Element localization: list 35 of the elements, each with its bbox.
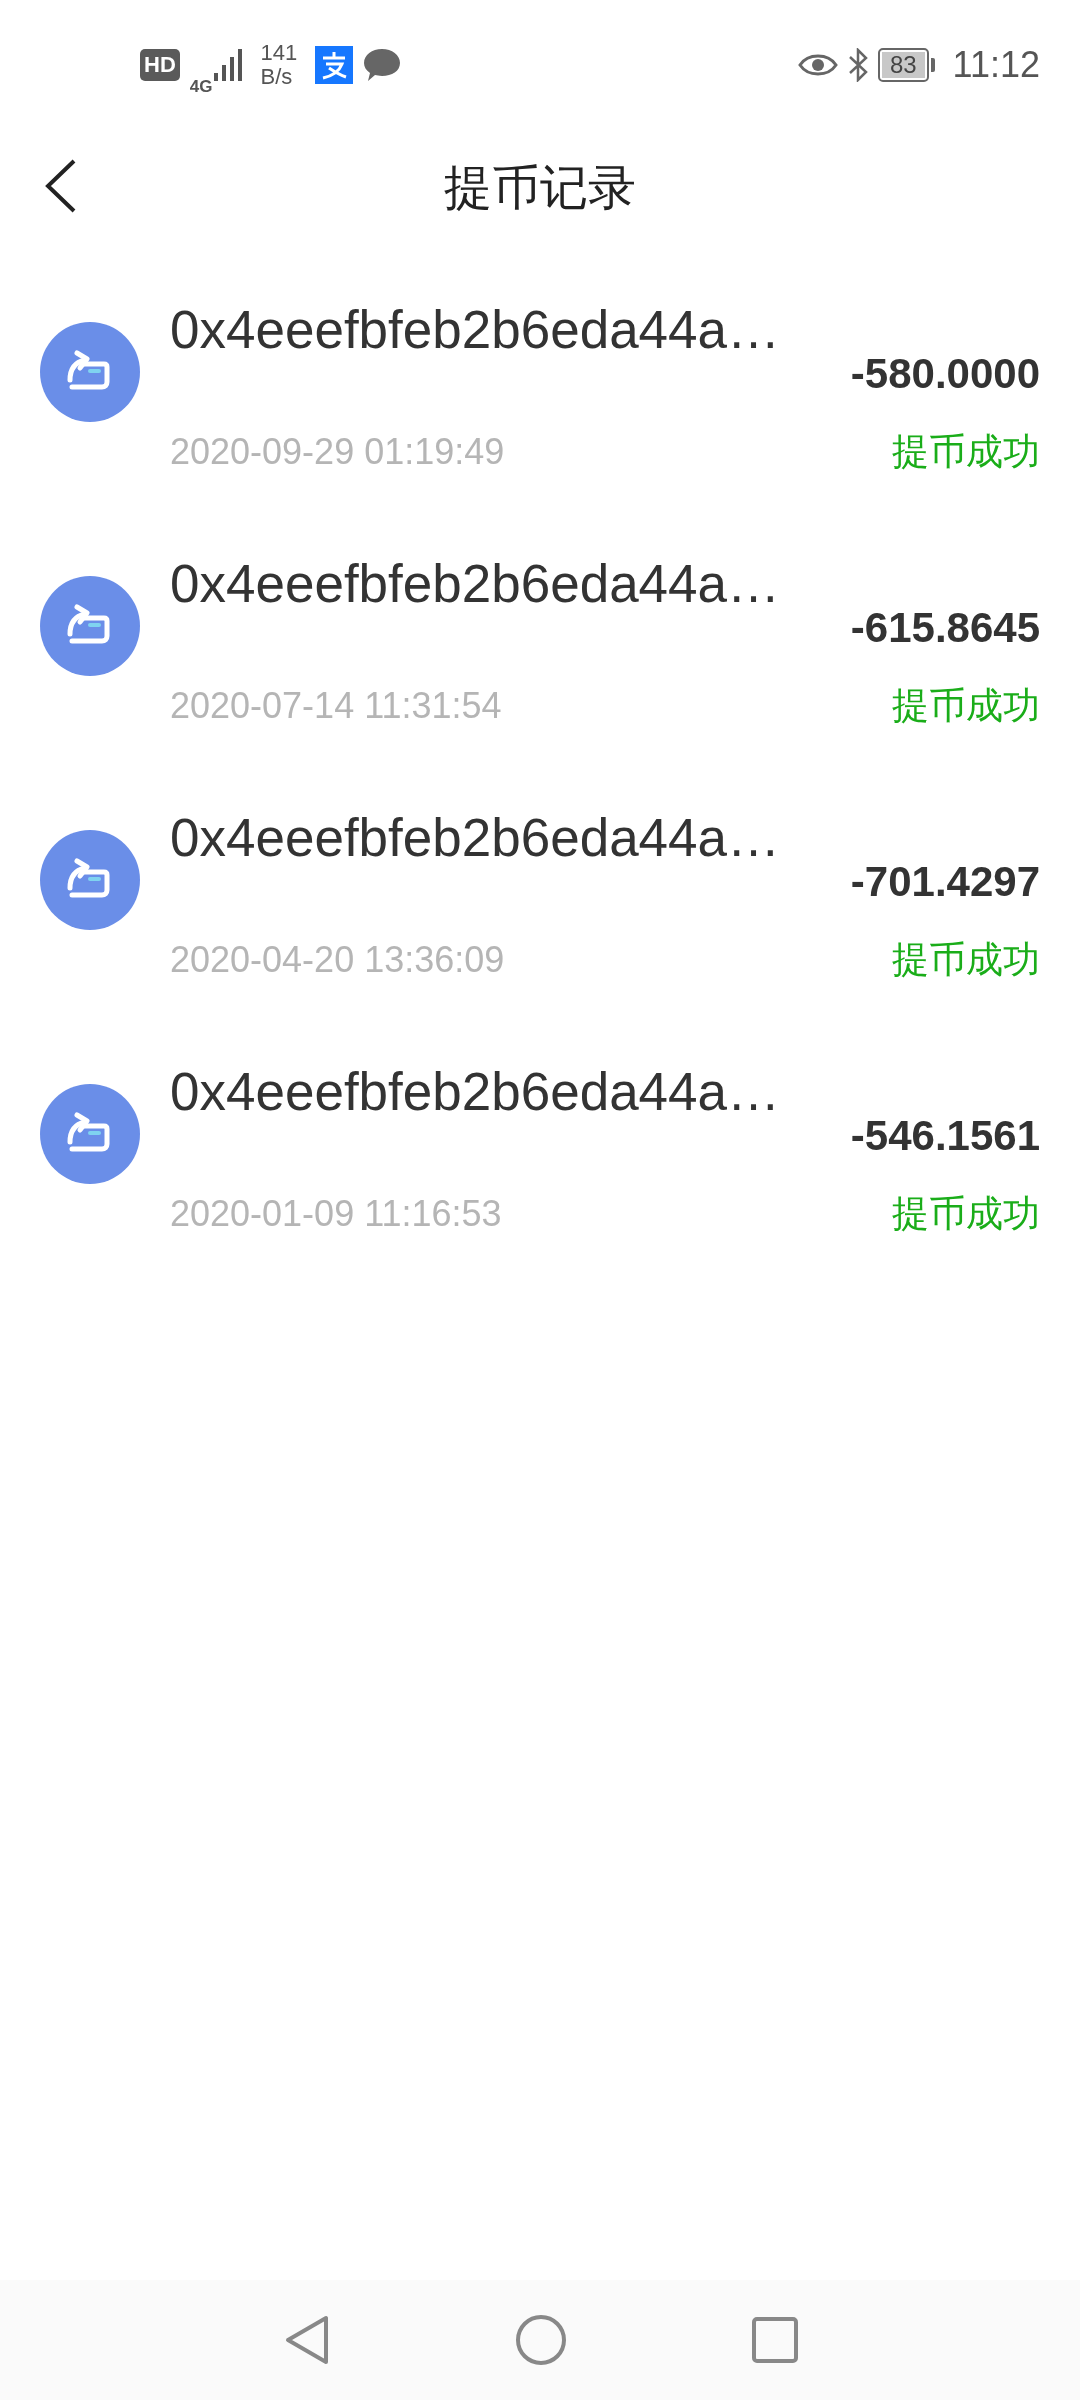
back-nav-button[interactable] <box>284 2314 330 2366</box>
status-text: 提币成功 <box>892 938 1040 982</box>
amount: -546.1561 <box>850 1111 1040 1161</box>
chat-bubble-icon <box>363 47 402 83</box>
record-time: 2020-01-09 11:16:53 <box>170 1192 502 1236</box>
withdraw-icon <box>40 322 140 422</box>
hd-badge: HD <box>140 49 180 81</box>
withdraw-icon <box>40 830 140 930</box>
status-text: 提币成功 <box>892 1192 1040 1236</box>
amount: -615.8645 <box>850 603 1040 653</box>
network-type: 4G <box>189 77 213 97</box>
signal-icon <box>214 47 245 83</box>
record-time: 2020-09-29 01:19:49 <box>170 430 505 474</box>
record-time: 2020-04-20 13:36:09 <box>170 938 505 982</box>
payment-app-icon <box>315 46 354 84</box>
withdraw-icon <box>40 576 140 676</box>
eye-icon <box>797 52 838 78</box>
wallet-address: 0x4eeefbfeb2b6eda44a… <box>170 553 781 615</box>
amount: -701.4297 <box>850 857 1040 907</box>
wallet-address: 0x4eeefbfeb2b6eda44a… <box>170 299 781 361</box>
bluetooth-icon <box>847 48 868 82</box>
battery-level: 83 <box>881 52 925 78</box>
record-time: 2020-07-14 11:31:54 <box>170 684 502 728</box>
withdraw-icon <box>40 1084 140 1184</box>
status-text: 提币成功 <box>892 430 1040 474</box>
page-title: 提币记录 <box>444 159 636 216</box>
wallet-address: 0x4eeefbfeb2b6eda44a… <box>170 1061 781 1123</box>
status-text: 提币成功 <box>892 684 1040 728</box>
speed-unit: B/s <box>260 65 294 89</box>
wallet-address: 0x4eeefbfeb2b6eda44a… <box>170 807 781 869</box>
clock-time: 11:12 <box>952 44 1040 86</box>
amount: -580.0000 <box>850 349 1040 399</box>
speed-value: 141 <box>260 41 298 65</box>
home-nav-button[interactable] <box>515 2314 567 2366</box>
recents-nav-button[interactable] <box>752 2317 798 2363</box>
